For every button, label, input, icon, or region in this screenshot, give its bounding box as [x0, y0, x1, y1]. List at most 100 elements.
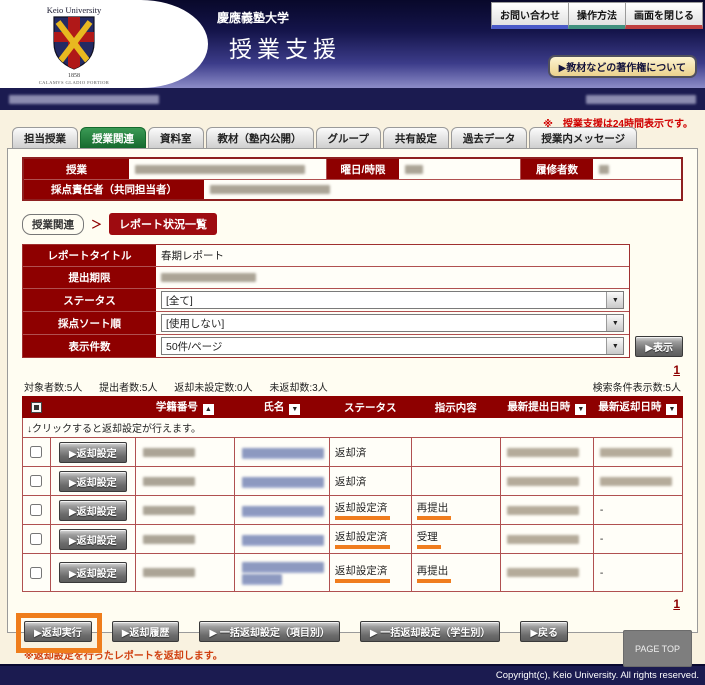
- bulk-return-by-student-button[interactable]: ▶ 一括返却設定（学生別）: [359, 621, 501, 642]
- emblem-motto: CALAMVS GLADIO FORTIOR: [39, 80, 110, 85]
- return-setting-button[interactable]: ▶返却設定: [58, 499, 127, 521]
- sort-toggle-icon[interactable]: ▼: [666, 404, 678, 415]
- sort-asc-icon[interactable]: ▲: [202, 404, 214, 415]
- dropdown-arrow-icon[interactable]: ▼: [606, 338, 624, 354]
- col-student-id: 学籍番号 ▲: [134, 396, 235, 418]
- class-value-masked: [129, 159, 327, 179]
- copyright-text: Copyright(c), Keio University. All right…: [495, 670, 699, 681]
- materials-copyright-button[interactable]: ▶教材などの著作権について: [547, 55, 697, 78]
- instruction-cell: [410, 466, 501, 496]
- keio-emblem-icon: Keio University 1858 CALAMVS GLADIO FORT…: [39, 5, 110, 85]
- filter-table: レポートタイトル 春期レポート 提出期限 ステータス [全て] ▼ 採点ソート順…: [22, 244, 631, 358]
- latest-submit-masked: [506, 534, 579, 544]
- service-notice: ※ 授業支援は24時間表示です。: [543, 119, 693, 130]
- dropdown-arrow-icon[interactable]: ▼: [606, 315, 624, 331]
- action-buttons-row: ▶返却実行 ▶返却履歴 ▶ 一括返却設定（項目別） ▶ 一括返却設定（学生別） …: [16, 613, 683, 653]
- main-tabs: 担当授業 授業関連 資料室 教材（塾内公開） グループ 共有設定 過去データ 授…: [12, 127, 705, 148]
- page-link[interactable]: 1: [673, 597, 680, 611]
- tab-class-messages[interactable]: 授業内メッセージ: [529, 127, 638, 148]
- row-checkbox[interactable]: [30, 446, 43, 459]
- emblem-year: 1858: [68, 73, 80, 79]
- bulk-return-by-item-button[interactable]: ▶ 一括返却設定（項目別）: [199, 621, 340, 642]
- deadline-label: 提出期限: [23, 267, 156, 288]
- content-panel: 授業 曜日/時限 履修者数 採点責任者（共同担当者） 授業関連 ＞ レポート状況…: [7, 148, 698, 662]
- latest-return-cell: -: [592, 553, 684, 592]
- execute-return-button[interactable]: ▶返却実行: [24, 621, 92, 642]
- tab-past-data[interactable]: 過去データ: [450, 127, 528, 148]
- summary-not-returned: 未返却数:3人: [269, 383, 328, 394]
- col-status: ステータス: [328, 396, 412, 418]
- page: Keio University 1858 CALAMVS GLADIO FORT…: [0, 0, 705, 685]
- table-row: ▶返却設定 返却済: [22, 437, 684, 467]
- status-filter-label: ステータス: [23, 289, 156, 311]
- status-cell: 返却済: [328, 437, 412, 467]
- status-select[interactable]: [全て] ▼: [161, 291, 625, 309]
- table-hint: ↓クリックすると返却設定が行えます。: [22, 417, 683, 438]
- latest-submit-masked: [506, 568, 579, 578]
- breadcrumb: 授業関連 ＞ レポート状況一覧: [22, 213, 683, 235]
- row-checkbox[interactable]: [30, 475, 43, 488]
- page-top-button[interactable]: PAGE TOP: [623, 630, 692, 667]
- show-button[interactable]: ▶表示: [635, 336, 683, 357]
- summary-row: 対象者数:5人 提出者数:5人 返却未設定数:0人 未返却数:3人 検索条件表示…: [24, 379, 681, 394]
- tab-group[interactable]: グループ: [315, 127, 381, 148]
- tab-materials-room[interactable]: 資料室: [148, 127, 204, 148]
- page-link[interactable]: 1: [673, 363, 680, 377]
- sort-toggle-icon[interactable]: ▼: [289, 404, 301, 415]
- tab-teaching-materials[interactable]: 教材（塾内公開）: [205, 127, 314, 148]
- row-checkbox[interactable]: [30, 504, 43, 517]
- return-setting-button[interactable]: ▶返却設定: [58, 470, 127, 492]
- sort-toggle-icon[interactable]: ▼: [575, 404, 587, 415]
- latest-return-masked: [599, 447, 672, 457]
- select-all-icon[interactable]: [30, 401, 42, 413]
- tab-assigned-classes[interactable]: 担当授業: [12, 127, 78, 148]
- status-cell-highlighted: 返却設定済: [334, 500, 391, 520]
- close-window-button[interactable]: 画面を閉じる: [625, 2, 703, 29]
- help-button[interactable]: 操作方法: [568, 2, 626, 29]
- student-id-masked: [142, 476, 195, 486]
- dropdown-arrow-icon[interactable]: ▼: [606, 292, 624, 308]
- deadline-value-masked: [156, 267, 629, 288]
- student-id-masked: [142, 447, 195, 457]
- footer: Copyright(c), Keio University. All right…: [0, 664, 705, 685]
- student-name-link[interactable]: [241, 505, 324, 515]
- contact-button[interactable]: お問い合わせ: [491, 2, 569, 29]
- university-name: 慶應義塾大学: [217, 11, 290, 25]
- status-cell: 返却済: [328, 466, 412, 496]
- student-name-link[interactable]: [241, 447, 324, 457]
- course-info-table: 授業 曜日/時限 履修者数 採点責任者（共同担当者）: [22, 157, 683, 201]
- table-row: ▶返却設定 返却設定済 受理 -: [22, 524, 684, 554]
- tab-share-settings[interactable]: 共有設定: [382, 127, 449, 148]
- class-label: 授業: [24, 159, 129, 179]
- return-setting-button[interactable]: ▶返却設定: [58, 528, 127, 550]
- latest-submit-masked: [506, 476, 579, 486]
- page-size-select[interactable]: 50件/ページ ▼: [161, 337, 625, 355]
- latest-return-cell: -: [592, 524, 684, 554]
- grader-label: 採点責任者（共同担当者）: [24, 180, 204, 199]
- return-setting-button[interactable]: ▶返却設定: [58, 562, 127, 583]
- day-period-label: 曜日/時限: [327, 159, 399, 179]
- return-history-button[interactable]: ▶返却履歴: [111, 621, 180, 642]
- summary-search-count: 検索条件表示数:5人: [592, 383, 681, 394]
- latest-submit-masked: [506, 505, 579, 515]
- logo-background: Keio University 1858 CALAMVS GLADIO FORT…: [0, 0, 208, 88]
- row-checkbox[interactable]: [30, 533, 43, 546]
- grader-value-masked: [204, 180, 681, 199]
- col-return-setting: [49, 396, 136, 418]
- row-checkbox[interactable]: [30, 566, 43, 579]
- col-instruction: 指示内容: [410, 396, 501, 418]
- student-name-link[interactable]: [241, 476, 324, 486]
- student-name-link[interactable]: [241, 534, 324, 544]
- report-title-value: 春期レポート: [161, 250, 224, 262]
- instruction-cell-highlighted: 再提出: [416, 563, 452, 583]
- return-setting-button[interactable]: ▶返却設定: [58, 441, 127, 463]
- student-name-link[interactable]: [241, 562, 329, 583]
- pagination-bottom: 1: [25, 597, 680, 611]
- sort-order-select[interactable]: [使用しない] ▼: [161, 314, 625, 332]
- back-button[interactable]: ▶戻る: [520, 621, 569, 642]
- table-row: ▶返却設定 返却済: [22, 466, 684, 496]
- col-latest-submit: 最新提出日時 ▼: [499, 396, 594, 418]
- breadcrumb-parent[interactable]: 授業関連: [22, 213, 84, 235]
- tab-class-related[interactable]: 授業関連: [80, 127, 146, 148]
- status-cell-highlighted: 返却設定済: [334, 529, 391, 549]
